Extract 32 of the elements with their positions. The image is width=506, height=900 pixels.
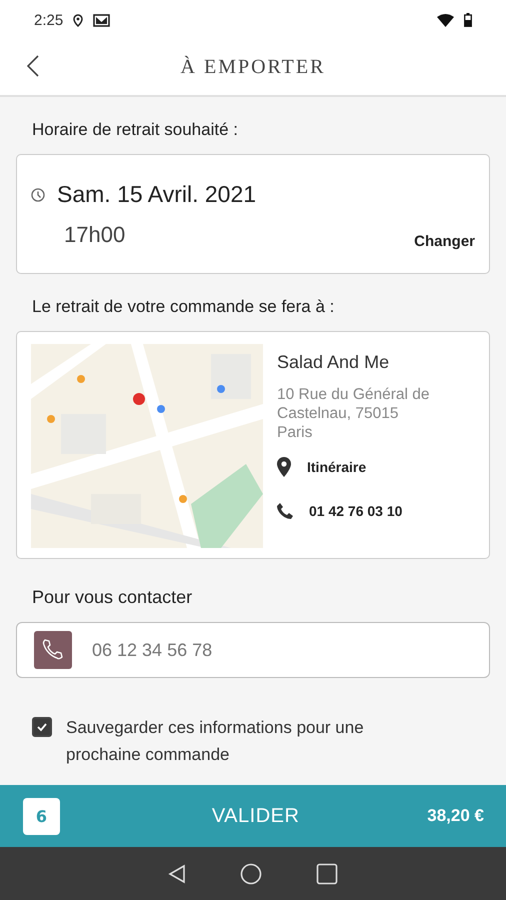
status-time: 2:25 [34,12,64,28]
home-nav-icon[interactable] [240,862,262,884]
order-total: 38,20 € [427,806,484,826]
phone-icon [277,503,293,519]
page-title: À EMPORTER [180,56,326,79]
store-phone[interactable]: 01 42 76 03 10 [309,503,402,519]
phone-icon [34,631,72,669]
clock-icon [31,188,45,202]
back-icon[interactable] [27,55,39,77]
wifi-icon [437,14,454,26]
battery-icon [464,13,472,27]
section-label: Horaire de retrait souhaité : [32,120,239,140]
section-label: Le retrait de votre commande se fera à : [32,297,336,317]
back-nav-icon[interactable] [168,864,186,884]
phone-field[interactable]: 06 12 34 56 78 [16,622,490,678]
section-label: Pour vous contacter [32,587,194,608]
directions-link[interactable]: Itinéraire [307,459,366,475]
pickup-time: 17h00 [64,222,126,248]
change-link[interactable]: Changer [414,233,475,250]
phone-input[interactable]: 06 12 34 56 78 [90,638,489,662]
store-name: Salad And Me [277,352,390,373]
mail-icon [93,14,110,26]
pin-icon [277,457,291,477]
store-address: 10 Rue du Général de Castelnau, 75015 Paris [277,385,431,442]
recents-nav-icon[interactable] [316,862,338,884]
validate-label: VALIDER [212,804,300,828]
pickup-date: Sam. 15 Avril. 2021 [57,181,256,208]
item-count: 6 [23,798,60,834]
location-icon [73,14,84,26]
checkmark-icon [36,722,48,732]
save-label: Sauvegarder ces informations pour une prochaine commande [66,717,365,766]
save-checkbox[interactable] [32,717,52,737]
